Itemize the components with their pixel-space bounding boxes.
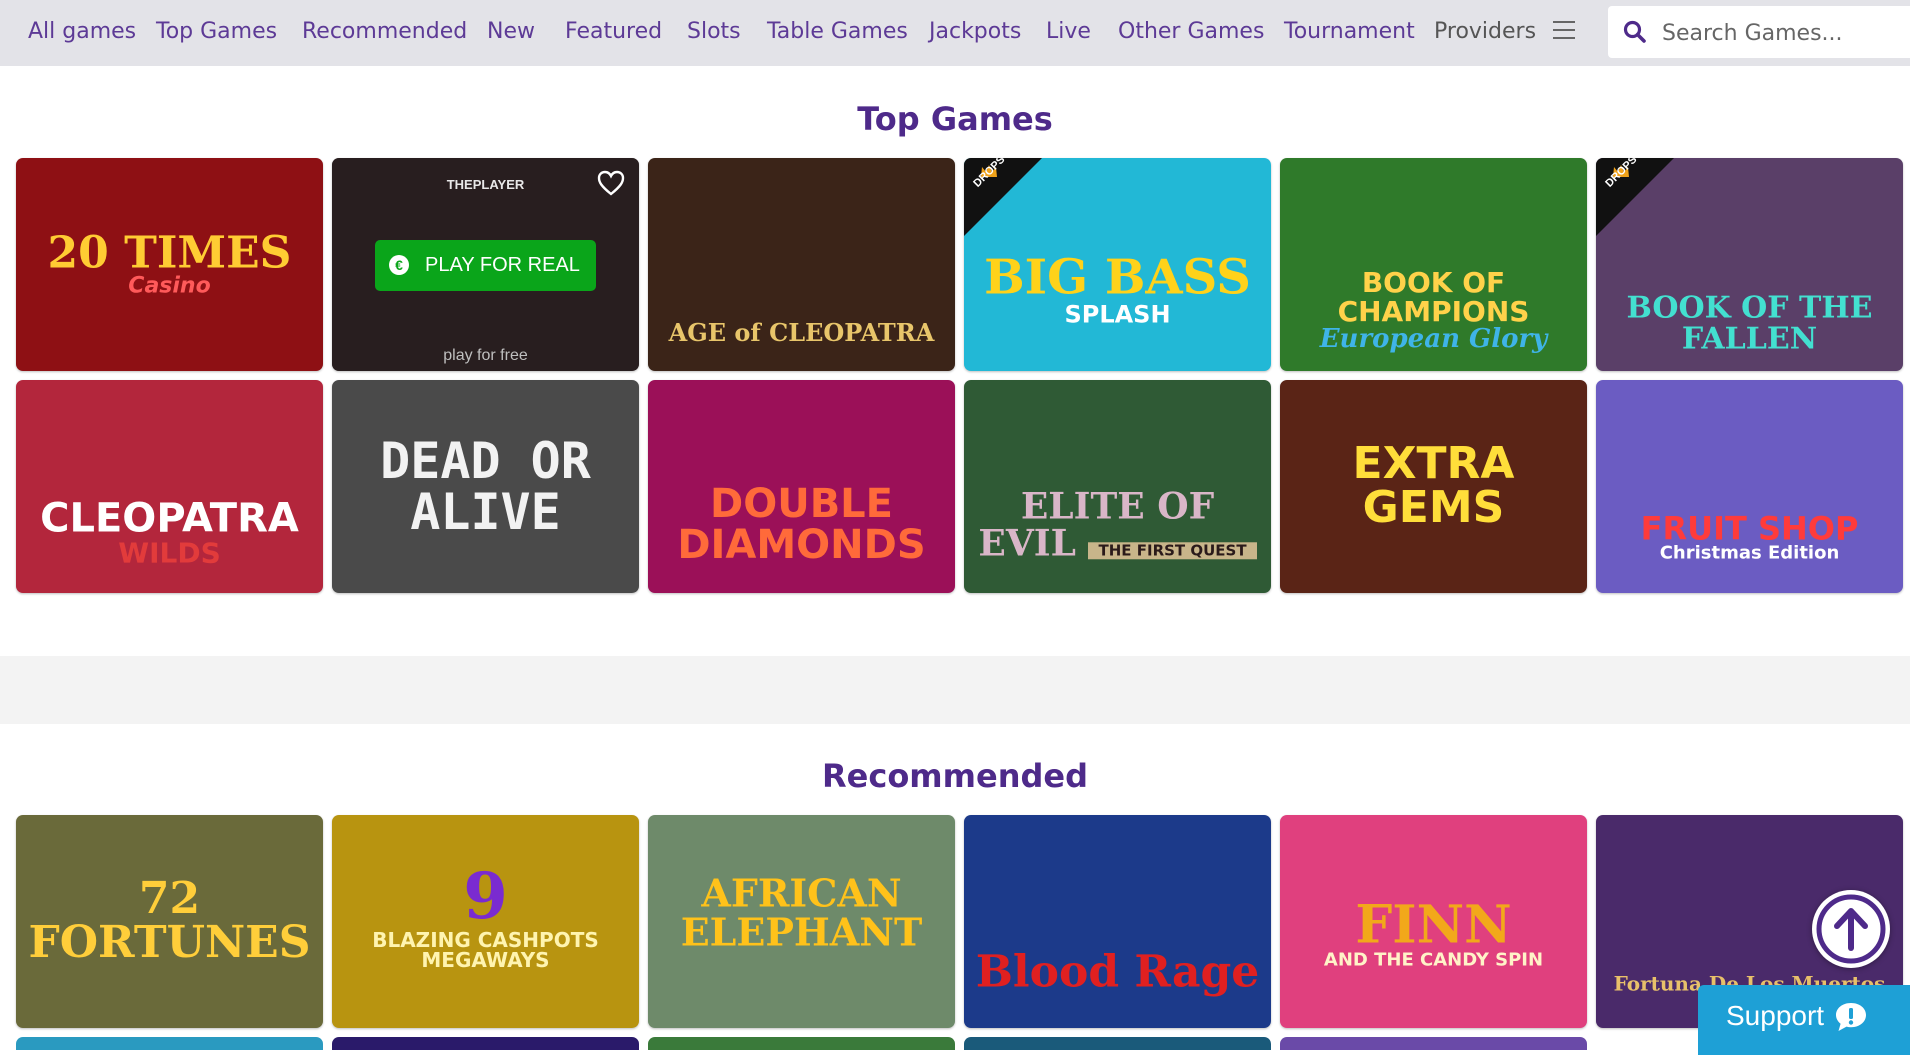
search-icon[interactable] [1622, 19, 1648, 45]
game-subtitle: SPLASH [1064, 300, 1171, 329]
game-tile-book-of-the-fallen[interactable]: BOOK OF THE FALLEN DROPS & WINS [1596, 158, 1903, 371]
play-for-real-label: PLAY FOR REAL [425, 254, 580, 276]
game-subtitle: European Glory [1319, 324, 1548, 355]
game-title: DOUBLE DIAMONDS [677, 481, 926, 568]
provider-logo: THEPLAYER [446, 177, 525, 192]
nav-new[interactable]: New [487, 0, 535, 64]
nav-tournament[interactable]: Tournament [1284, 0, 1415, 64]
recommended-heading: Recommended [822, 757, 1088, 795]
drops-wins-badge [1596, 158, 1674, 236]
game-subtitle: Christmas Edition [1659, 542, 1840, 564]
support-label: Support [1726, 1000, 1825, 1031]
game-title: 9 [463, 859, 508, 935]
search-input[interactable] [1660, 14, 1904, 52]
section-divider [0, 656, 1910, 724]
nav-recommended[interactable]: Recommended [302, 0, 467, 64]
game-title: EXTRA GEMS [1352, 437, 1515, 534]
play-for-real-button[interactable]: € PLAY FOR REAL [375, 240, 596, 291]
game-title: DEAD OR ALIVE [380, 431, 591, 541]
game-tile-hovered[interactable]: THEPLAYER € PLAY FOR REAL play for free [332, 158, 639, 371]
game-tile-finn-candy-spin[interactable]: FINN AND THE CANDY SPIN [1280, 815, 1587, 1028]
top-games-heading: Top Games [857, 100, 1053, 138]
search-box [1608, 6, 1910, 58]
nav-providers[interactable]: Providers [1434, 0, 1536, 64]
game-tile-double-diamonds[interactable]: DOUBLE DIAMONDS [648, 380, 955, 593]
game-title: CLEOPATRA [40, 495, 299, 542]
scroll-to-top-button[interactable] [1812, 890, 1890, 968]
game-tile-9-blazing-cashpots[interactable]: 9 BLAZING CASHPOTS MEGAWAYS [332, 815, 639, 1028]
game-tile-age-of-cleopatra[interactable]: AGE of CLEOPATRA [648, 158, 955, 371]
nav-top-games[interactable]: Top Games [156, 0, 277, 64]
game-tile-blood-rage[interactable]: Blood Rage [964, 815, 1271, 1028]
chat-alert-icon [1836, 1003, 1866, 1031]
game-tile-dead-or-alive[interactable]: DEAD OR ALIVE [332, 380, 639, 593]
nav-slots[interactable]: Slots [687, 0, 741, 64]
game-tile-book-of-champions[interactable]: BOOK OF CHAMPIONS European Glory [1280, 158, 1587, 371]
arrow-up-icon [1816, 894, 1886, 964]
nav-jackpots[interactable]: Jackpots [929, 0, 1021, 64]
support-button[interactable]: Support [1698, 985, 1910, 1055]
game-title: AGE of CLEOPATRA [668, 317, 935, 347]
game-subtitle: THE FIRST QUEST [1088, 541, 1257, 560]
nav-all-games[interactable]: All games [28, 0, 136, 64]
game-title: 20 TIMES [47, 226, 292, 278]
nav-table-games[interactable]: Table Games [767, 0, 908, 64]
game-subtitle: Casino [128, 273, 211, 299]
game-title: BOOK OF THE FALLEN [1626, 290, 1873, 357]
nav-live[interactable]: Live [1046, 0, 1091, 64]
play-for-free-link[interactable]: play for free [332, 347, 639, 365]
game-subtitle: WILDS [118, 536, 221, 570]
top-navigation: All games Top Games Recommended New Feat… [0, 0, 1910, 66]
nav-featured[interactable]: Featured [565, 0, 662, 64]
game-tile-elite-of-evil[interactable]: ELITE OF EVIL THE FIRST QUEST [964, 380, 1271, 593]
game-title: BIG BASS [984, 249, 1251, 306]
game-title: AFRICAN ELEPHANT [680, 870, 923, 954]
game-title: FINN [1355, 894, 1512, 956]
game-tile-extra-gems[interactable]: EXTRA GEMS [1280, 380, 1587, 593]
game-tile-big-bass-splash[interactable]: BIG BASS SPLASH DROPS & WINS [964, 158, 1271, 371]
drops-wins-badge [964, 158, 1042, 236]
nav-other-games[interactable]: Other Games [1118, 0, 1264, 64]
game-tile-72-fortunes[interactable]: 72 FORTUNES [16, 815, 323, 1028]
favorite-heart-icon[interactable] [597, 170, 625, 196]
game-title: Blood Rage [975, 946, 1260, 998]
hamburger-menu-icon[interactable] [1553, 21, 1575, 41]
game-tile-fruit-shop-christmas[interactable]: FRUIT SHOP Christmas Edition [1596, 380, 1903, 593]
game-title: FRUIT SHOP [1640, 509, 1859, 548]
game-title: BOOK OF CHAMPIONS [1337, 266, 1530, 329]
game-title: 72 FORTUNES [28, 872, 311, 969]
euro-coin-icon: € [389, 255, 409, 275]
game-tile-african-elephant[interactable]: AFRICAN ELEPHANT [648, 815, 955, 1028]
game-subtitle: BLAZING CASHPOTS MEGAWAYS [372, 927, 599, 972]
game-subtitle: AND THE CANDY SPIN [1323, 949, 1544, 971]
game-tile-20-times-casino[interactable]: 20 TIMES Casino [16, 158, 323, 371]
game-tile-cleopatra-wilds[interactable]: CLEOPATRA WILDS [16, 380, 323, 593]
next-row-peek [16, 1037, 1896, 1050]
